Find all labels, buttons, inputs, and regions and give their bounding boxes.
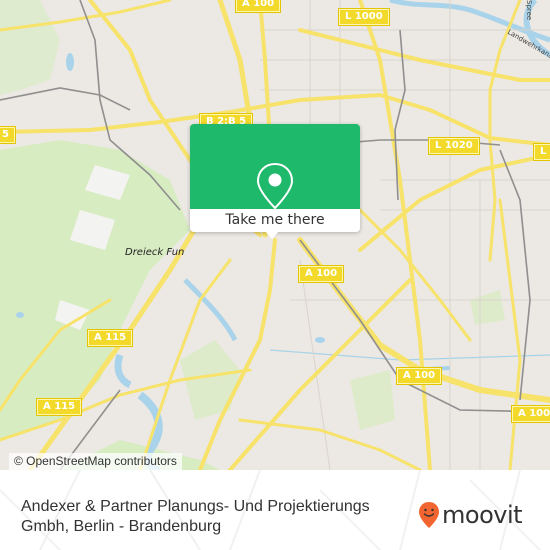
location-pin-icon (256, 162, 294, 210)
road-shield-l1000: L 1000 (339, 9, 389, 25)
road-shield-a100-center: A 100 (299, 266, 344, 282)
road-shield-a100-lower: A 100 (397, 368, 442, 384)
road-shield-a115-upper: A 115 (88, 330, 133, 346)
footer: Andexer & Partner Planungs- Und Projekti… (0, 470, 550, 550)
road-shield-l-partial: L (534, 144, 550, 160)
road-shield-b5-partial: 5 (0, 127, 15, 143)
map-attribution[interactable]: © OpenStreetMap contributors (9, 453, 182, 470)
road-shield-a100: A 100 (236, 0, 281, 12)
take-me-there-button[interactable]: Take me there (190, 209, 360, 232)
road-shield-l1020: L 1020 (429, 138, 479, 154)
road-shield-a100-right: A 100 (512, 406, 550, 422)
location-popup[interactable]: Take me there (190, 124, 360, 239)
water-label-spree: Spree (525, 0, 533, 21)
moovit-logo[interactable]: moovit (418, 501, 523, 529)
popup-pointer (265, 231, 279, 239)
popup-header[interactable] (190, 124, 360, 210)
place-title: Andexer & Partner Planungs- Und Projekti… (21, 498, 370, 535)
road-shield-a115-lower: A 115 (37, 399, 82, 415)
map[interactable]: A 100 L 1000 B 2;B 5 5 L 1020 L A 100 A … (0, 0, 550, 470)
moovit-wordmark: moovit (442, 501, 523, 529)
moovit-smiley-pin-icon (419, 502, 439, 528)
place-label-dreieck-funkturm: Dreieck Fun (125, 247, 185, 258)
